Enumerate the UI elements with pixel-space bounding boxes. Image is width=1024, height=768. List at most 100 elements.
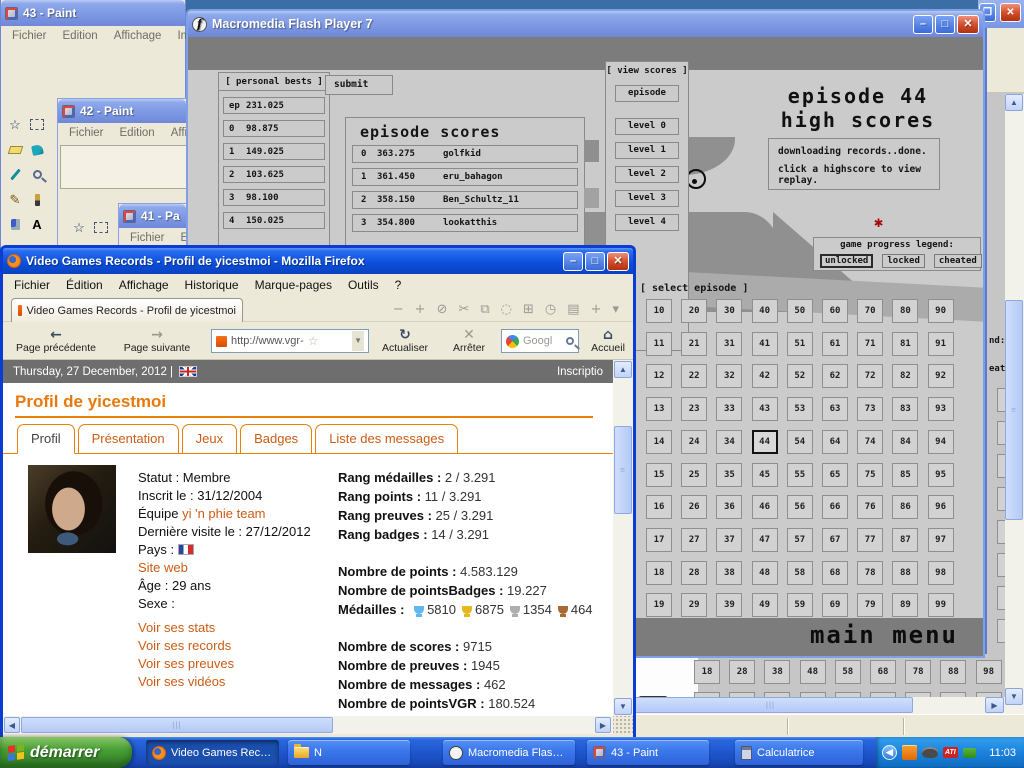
episode-button-95[interactable]: 95 [928, 463, 954, 487]
usb-icon[interactable] [963, 748, 976, 758]
profile-link[interactable]: Voir ses preuves [138, 656, 234, 671]
menu-item[interactable]: ? [388, 276, 409, 294]
scroll-up-icon[interactable]: ▲ [1005, 94, 1023, 111]
episode-button-38[interactable]: 38 [716, 561, 742, 585]
title-bar[interactable]: 43 - Paint [1, 0, 185, 26]
episode-button-22[interactable]: 22 [681, 364, 707, 388]
resize-grip[interactable] [613, 716, 633, 734]
profile-tab-badges[interactable]: Badges [240, 424, 312, 454]
episode-button-80[interactable]: 80 [892, 299, 918, 323]
horizontal-scrollbar[interactable]: ||| ▶ [628, 697, 1024, 714]
more-icon[interactable]: ▾ [612, 302, 619, 317]
episode-button-10[interactable]: 10 [646, 299, 672, 323]
title-bar[interactable]: f Macromedia Flash Player 7 – □ ✕ [188, 11, 983, 37]
horizontal-scrollbar[interactable]: ◀ ||| ▶ [3, 716, 613, 734]
text-tool[interactable] [26, 212, 48, 237]
scrollbar-thumb[interactable]: ≡ [1005, 300, 1023, 520]
episode-button-96[interactable]: 96 [928, 495, 954, 519]
inscription-link[interactable]: Inscriptio [557, 366, 603, 378]
episode-button-90[interactable]: 90 [928, 299, 954, 323]
episode-button-91[interactable]: 91 [928, 332, 954, 356]
episode-button-93[interactable]: 93 [928, 397, 954, 421]
submit-button[interactable]: submit [325, 75, 393, 95]
rect-select-tool[interactable] [26, 112, 48, 137]
taskbar-task-firefox[interactable]: Video Games Reco... [146, 740, 279, 765]
forward-button[interactable]: → Page suivante [108, 323, 206, 358]
increase-icon[interactable]: + [415, 302, 426, 317]
episode-button-53[interactable]: 53 [787, 397, 813, 421]
episode-button-82[interactable]: 82 [892, 364, 918, 388]
episode-button-20[interactable]: 20 [681, 299, 707, 323]
episode-button-58[interactable]: 58 [787, 561, 813, 585]
episode-button-87[interactable]: 87 [892, 528, 918, 552]
personal-best-row[interactable]: 098.875 [223, 120, 325, 137]
episode-button-88[interactable]: 88 [940, 660, 966, 684]
episode-button-55[interactable]: 55 [787, 463, 813, 487]
taskbar-task-calculator[interactable]: Calculatrice [735, 740, 863, 765]
personal-best-row[interactable]: 1149.025 [223, 143, 325, 160]
episode-button-78[interactable]: 78 [905, 660, 931, 684]
color-picker-tool[interactable] [4, 162, 26, 187]
title-bar[interactable]: 41 - Pa [119, 204, 186, 228]
profile-tab-jeux[interactable]: Jeux [182, 424, 237, 454]
view-scores-button-level-1[interactable]: level 1 [615, 142, 679, 159]
episode-button-25[interactable]: 25 [681, 463, 707, 487]
pencil-tool[interactable] [4, 187, 26, 212]
new-tab-icon[interactable]: + [591, 302, 602, 317]
clock[interactable]: 11:03 [989, 747, 1016, 759]
episode-button-59[interactable]: 59 [787, 593, 813, 617]
episode-button-21[interactable]: 21 [681, 332, 707, 356]
title-bar[interactable]: Video Games Records - Profil de yicestmo… [3, 248, 633, 274]
episode-button-16[interactable]: 16 [646, 495, 672, 519]
menu-item[interactable]: Affichage [107, 28, 169, 44]
legend-cheated[interactable]: cheated [934, 254, 982, 268]
browser-tab[interactable]: Video Games Records - Profil de yicestmo… [11, 298, 243, 322]
episode-button-71[interactable]: 71 [857, 332, 883, 356]
episode-button-50[interactable]: 50 [787, 299, 813, 323]
fill-tool[interactable] [26, 137, 48, 162]
profile-link[interactable]: yi 'n phie team [182, 506, 265, 521]
list-scrollbar-thumb[interactable] [584, 188, 599, 208]
episode-button-44[interactable]: 44 [752, 430, 778, 454]
magnifier-tool[interactable] [26, 162, 48, 187]
menu-item[interactable]: Fichier [5, 28, 54, 44]
episode-button-27[interactable]: 27 [681, 528, 707, 552]
episode-button-56[interactable]: 56 [787, 495, 813, 519]
episode-button-74[interactable]: 74 [857, 430, 883, 454]
profile-link[interactable]: Voir ses records [138, 638, 231, 653]
free-select-tool[interactable] [68, 215, 90, 240]
episode-score-row[interactable]: 3354.800lookatthis [352, 214, 578, 232]
menu-item[interactable]: Affichage [112, 276, 176, 294]
maximize-icon[interactable]: □ [585, 252, 605, 271]
episode-button-31[interactable]: 31 [716, 332, 742, 356]
cut-icon[interactable]: ✂ [458, 302, 469, 317]
episode-button-46[interactable]: 46 [752, 495, 778, 519]
episode-button-18[interactable]: 18 [694, 660, 720, 684]
google-logo-icon[interactable] [506, 335, 519, 348]
start-button[interactable]: démarrer [0, 737, 132, 768]
episode-button-67[interactable]: 67 [822, 528, 848, 552]
eraser-tool[interactable] [4, 137, 26, 162]
profile-link[interactable]: Site web [138, 560, 188, 575]
close-icon[interactable]: ✕ [607, 252, 629, 271]
scroll-left-icon[interactable]: ◀ [4, 717, 20, 733]
episode-button-30[interactable]: 30 [716, 299, 742, 323]
scroll-down-icon[interactable]: ▼ [1005, 688, 1023, 705]
episode-button-98[interactable]: 98 [976, 660, 1002, 684]
view-scores-button-level-3[interactable]: level 3 [615, 190, 679, 207]
url-bar[interactable]: http://www.vgr- ☆ ▼ [211, 329, 369, 353]
episode-button-29[interactable]: 29 [681, 593, 707, 617]
menu-item[interactable]: Historique [178, 276, 246, 294]
episode-button-34[interactable]: 34 [716, 430, 742, 454]
episode-button-35[interactable]: 35 [716, 463, 742, 487]
episode-button-52[interactable]: 52 [787, 364, 813, 388]
view-scores-button-episode[interactable]: episode [615, 85, 679, 102]
personal-best-row[interactable]: 398.100 [223, 189, 325, 206]
episode-button-63[interactable]: 63 [822, 397, 848, 421]
menu-item[interactable]: Marque-pages [248, 276, 339, 294]
episode-button-13[interactable]: 13 [646, 397, 672, 421]
menu-item[interactable]: Fichier [7, 276, 57, 294]
scroll-right-icon[interactable]: ▶ [985, 697, 1004, 713]
episode-button-77[interactable]: 77 [857, 528, 883, 552]
episode-button-38[interactable]: 38 [764, 660, 790, 684]
